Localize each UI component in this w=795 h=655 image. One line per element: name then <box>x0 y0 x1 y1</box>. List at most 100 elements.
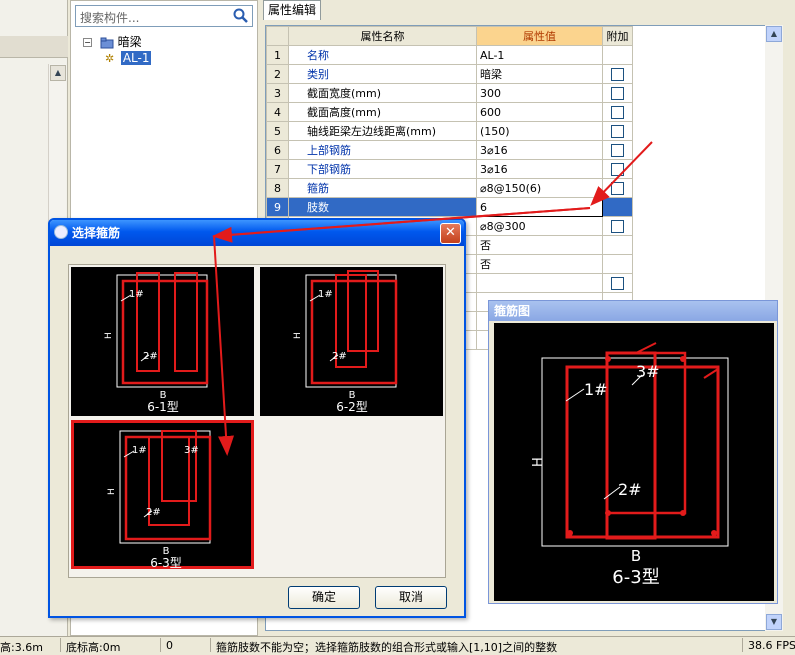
property-row[interactable]: 5 轴线距梁左边线距离(mm) (150) <box>266 121 633 141</box>
property-name: 上部钢筋 <box>288 140 477 160</box>
scroll-up-icon[interactable]: ▲ <box>50 65 66 81</box>
property-name: 下部钢筋 <box>288 159 477 179</box>
property-extra <box>602 197 633 217</box>
property-extra <box>602 45 633 65</box>
extra-checkbox[interactable] <box>611 181 624 195</box>
property-row[interactable]: 7 下部钢筋 3⌀16 <box>266 159 633 179</box>
extra-checkbox[interactable] <box>611 86 624 100</box>
extra-checkbox[interactable] <box>611 143 624 157</box>
row-number: 5 <box>266 121 289 141</box>
column-header-value[interactable]: 属性值 <box>476 26 603 46</box>
left-panel-header <box>0 36 68 58</box>
property-extra <box>602 235 633 255</box>
extra-checkbox[interactable] <box>611 219 624 233</box>
property-row[interactable]: 4 截面高度(mm) 600 <box>266 102 633 122</box>
tile-label-2: 2# <box>332 351 347 362</box>
tree-node-label: 暗梁 <box>117 35 142 49</box>
extra-checkbox[interactable] <box>611 162 624 176</box>
extra-checkbox[interactable] <box>611 105 624 119</box>
dialog-title-bar[interactable]: 选择箍筋 ✕ <box>50 220 464 246</box>
row-number: 2 <box>266 64 289 84</box>
property-row[interactable]: 9 肢数 6 <box>266 197 633 217</box>
status-height: 高:3.6m <box>0 641 43 654</box>
stirrup-thumbnail: 1#2#HB6-1型 <box>104 272 209 414</box>
extra-checkbox[interactable] <box>611 124 624 138</box>
property-extra <box>602 216 633 236</box>
label-b: B <box>631 547 641 565</box>
search-icon[interactable] <box>232 7 250 25</box>
tile-label-1: 1# <box>132 445 147 456</box>
property-extra <box>602 273 633 293</box>
row-number: 9 <box>266 197 289 217</box>
status-fps: 38.6 FPS <box>748 639 795 652</box>
tile-label-h: H <box>293 332 303 339</box>
property-row[interactable]: 3 截面宽度(mm) 300 <box>266 83 633 103</box>
tile-label-3: 3# <box>184 445 199 456</box>
stirrup-diagram: 1# 2# 3# H B 6-3型 <box>494 323 774 601</box>
property-name: 截面高度(mm) <box>288 102 477 122</box>
scroll-up-icon[interactable]: ▲ <box>766 26 782 42</box>
label-3: 3# <box>636 362 660 381</box>
property-value[interactable]: 6 <box>476 197 603 217</box>
property-extra <box>602 178 633 198</box>
property-value[interactable]: (150) <box>476 121 603 141</box>
property-value[interactable]: ⌀8@150(6) <box>476 178 603 198</box>
property-name: 轴线距梁左边线距离(mm) <box>288 121 477 141</box>
property-value[interactable] <box>476 273 603 293</box>
preview-title: 箍筋图 <box>489 301 777 321</box>
property-extra <box>602 159 633 179</box>
property-value[interactable]: 暗梁 <box>476 64 603 84</box>
search-placeholder: 搜索构件... <box>80 11 140 25</box>
search-input[interactable]: 搜索构件... <box>75 5 253 27</box>
tree-node-al1[interactable]: ✲ AL-1 <box>105 49 152 67</box>
tile-label-2: 2# <box>146 507 161 518</box>
extra-checkbox[interactable] <box>611 276 624 290</box>
tab-property-edit[interactable]: 属性编辑 <box>263 0 321 20</box>
folder-icon <box>100 37 114 48</box>
tree-node-label: AL-1 <box>120 51 152 65</box>
label-2: 2# <box>618 480 642 499</box>
column-header-name[interactable]: 属性名称 <box>288 26 477 46</box>
collapse-icon[interactable]: − <box>83 38 92 47</box>
dialog-icon <box>54 225 68 239</box>
property-name: 箍筋 <box>288 178 477 198</box>
cancel-button[interactable]: 取消 <box>375 586 447 609</box>
row-number: 6 <box>266 140 289 160</box>
property-extra <box>602 254 633 274</box>
property-name: 肢数 <box>288 197 477 217</box>
row-number: 1 <box>266 45 289 65</box>
status-value: 0 <box>166 639 173 652</box>
stirrup-type-tile-2[interactable]: 1# 2# H B 6-2型 <box>260 267 443 416</box>
stirrup-type-grid: 1# 2# H B 6-1型 1# 2# H B 6-2型 1# 2# 3# H B 6-3型 <box>68 264 446 578</box>
property-row[interactable]: 2 类别 暗梁 <box>266 64 633 84</box>
label-1: 1# <box>584 380 608 399</box>
property-value[interactable]: 600 <box>476 102 603 122</box>
scroll-down-icon[interactable]: ▼ <box>766 614 782 630</box>
property-row[interactable]: 6 上部钢筋 3⌀16 <box>266 140 633 160</box>
property-value[interactable]: 3⌀16 <box>476 159 603 179</box>
property-value[interactable]: 否 <box>476 235 603 255</box>
stirrup-type-tile-1[interactable]: 1# 2# H B 6-1型 <box>71 267 254 416</box>
close-icon[interactable]: ✕ <box>440 223 461 244</box>
property-value[interactable]: 300 <box>476 83 603 103</box>
row-number-header <box>266 26 289 46</box>
column-header-extra[interactable]: 附加 <box>602 26 633 46</box>
stirrup-diagram-svg: 1# 2# 3# H B 6-3型 <box>531 342 729 588</box>
extra-checkbox[interactable] <box>611 67 624 81</box>
property-row[interactable]: 8 箍筋 ⌀8@150(6) <box>266 178 633 198</box>
tile-type-label: 6-3型 <box>150 556 182 570</box>
property-value[interactable]: 否 <box>476 254 603 274</box>
property-row[interactable]: 1 名称 AL-1 <box>266 45 633 65</box>
gear-icon: ✲ <box>105 51 115 65</box>
property-value[interactable]: 3⌀16 <box>476 140 603 160</box>
ok-button[interactable]: 确定 <box>288 586 360 609</box>
property-name: 名称 <box>288 45 477 65</box>
tile-label-h: H <box>107 488 117 495</box>
property-value[interactable]: AL-1 <box>476 45 603 65</box>
property-extra <box>602 64 633 84</box>
tile-label-1: 1# <box>318 289 333 300</box>
property-value[interactable]: ⌀8@300 <box>476 216 603 236</box>
row-number: 3 <box>266 83 289 103</box>
stirrup-type-tile-3[interactable]: 1# 2# 3# H B 6-3型 <box>71 420 254 570</box>
property-extra <box>602 83 633 103</box>
